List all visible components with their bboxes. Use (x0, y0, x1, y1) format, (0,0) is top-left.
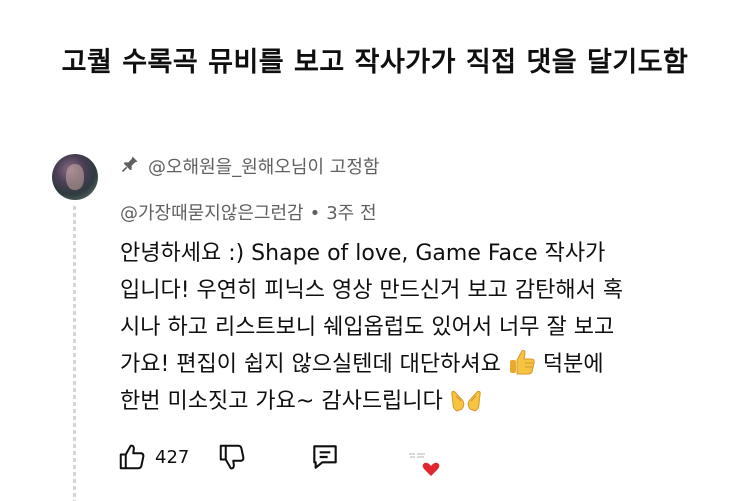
avatar[interactable] (52, 154, 98, 200)
pinned-label: @오해원을_원해오님이 고정함 (148, 157, 380, 178)
comment-actions: 427 (117, 440, 341, 474)
dislike-button[interactable] (217, 442, 247, 472)
creator-heart-icon (405, 450, 441, 478)
comment-line: 가요! 편집이 쉽지 않으실텐데 대단하셔요 (120, 352, 501, 377)
thumbs-down-icon (217, 442, 247, 472)
comment-line: 덕분에 (542, 352, 604, 377)
pinned-header: @오해원을_원해오님이 고정함 (120, 154, 379, 178)
comment-line: 시나 하고 리스트보니 쉐입옵럽도 있어서 너무 잘 보고 (120, 315, 615, 340)
like-count: 427 (155, 446, 190, 468)
comment-line: 안녕하세요 :) Shape of love, Game Face 작사가 (120, 241, 606, 266)
timestamp[interactable]: 3주 전 (326, 203, 376, 224)
reply-icon (309, 441, 341, 473)
thumbs-up-emoji (507, 347, 537, 377)
comment-line: 한번 미소짓고 가요~ 감사드립니다 (120, 389, 443, 414)
thumbs-up-icon (117, 442, 147, 472)
praying-hands-emoji (449, 387, 483, 413)
comment-line-row: 한번 미소짓고 가요~ 감사드립니다 (120, 383, 700, 420)
post-title: 고퀄 수록곡 뮤비를 보고 작사가가 직접 댓을 달기도함 (61, 47, 689, 78)
comment-line: 입니다! 우연히 피닉스 영상 만드신거 보고 감탄해서 혹 (120, 278, 624, 303)
like-button[interactable]: 427 (117, 442, 189, 472)
comment-meta: @가장때묻지않은그런감 • 3주 전 (120, 199, 377, 225)
comment-body: 안녕하세요 :) Shape of love, Game Face 작사가 입니… (120, 235, 700, 420)
comment-line-row: 가요! 편집이 쉽지 않으실텐데 대단하셔요 덕분에 (120, 346, 700, 383)
reply-button[interactable] (309, 441, 341, 473)
pin-icon (120, 154, 140, 179)
author-handle[interactable]: @가장때묻지않은그런감 (120, 203, 304, 224)
meta-separator: • (309, 203, 321, 224)
thread-line (73, 206, 76, 501)
